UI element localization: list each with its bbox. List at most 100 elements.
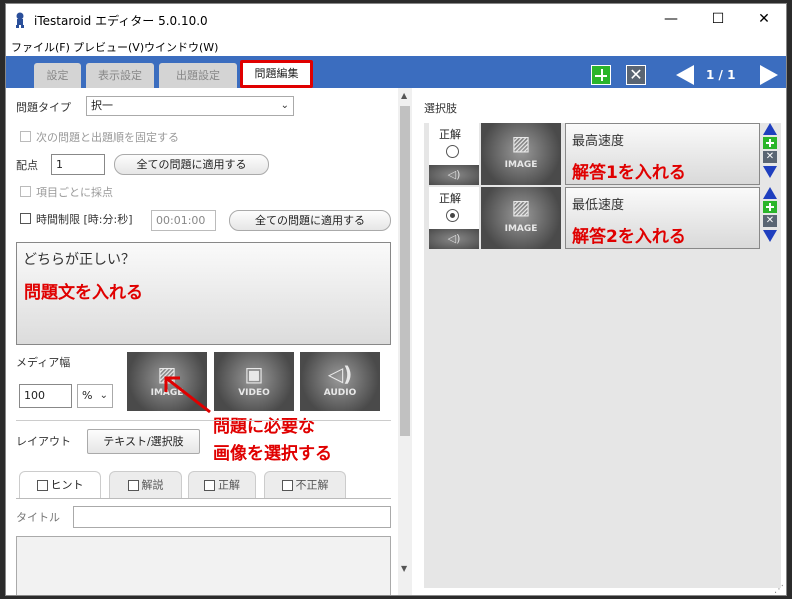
- choice-correct-box: 正解 ◁): [429, 123, 479, 185]
- minimize-button[interactable]: —: [651, 8, 691, 30]
- choice-text-box[interactable]: 最高速度 解答1を入れる: [565, 123, 760, 185]
- incorrect-checkbox[interactable]: [281, 479, 293, 491]
- scroll-up-icon[interactable]: ▲: [401, 91, 407, 100]
- tab-explanation[interactable]: 解説: [109, 471, 182, 498]
- menu-window[interactable]: ウインドウ(W): [144, 39, 218, 55]
- choices-panel: 選択肢 正解 ◁) ▨ IMAGE 最高速度 解答1を入れる ✕ 正解 ◁) ▨…: [412, 88, 786, 595]
- window-title: iTestaroid エディター 5.0.10.0: [34, 14, 208, 28]
- tab-question-edit[interactable]: 問題編集: [240, 60, 313, 88]
- subtab-divider: [16, 498, 391, 499]
- media-note-line2: 画像を選択する: [213, 444, 332, 464]
- correct-label: 正解: [439, 192, 461, 205]
- speaker-icon[interactable]: ◁): [429, 229, 479, 249]
- speaker-icon[interactable]: ◁): [429, 165, 479, 185]
- time-limit-label: 時間制限 [時:分:秒]: [36, 213, 133, 226]
- per-item-scoring-label: 項目ごとに採点: [36, 186, 113, 199]
- next-page-icon[interactable]: [760, 65, 778, 85]
- choice-image-caption: IMAGE: [504, 224, 538, 234]
- media-width-input[interactable]: 100: [19, 384, 72, 408]
- add-choice-icon[interactable]: [763, 137, 777, 149]
- resize-grip-icon[interactable]: ⋰: [774, 584, 784, 595]
- prev-page-icon[interactable]: [676, 65, 694, 85]
- tab-hint-label: ヒント: [50, 478, 84, 492]
- move-down-icon[interactable]: [763, 230, 777, 242]
- delete-choice-icon[interactable]: ✕: [763, 215, 777, 227]
- hint-checkbox[interactable]: [36, 479, 48, 491]
- fix-order-checkbox[interactable]: [20, 131, 31, 142]
- apply-time-all-button[interactable]: 全ての問題に適用する: [229, 210, 391, 231]
- choice-image-button[interactable]: ▨ IMAGE: [481, 123, 561, 185]
- media-video-caption: VIDEO: [238, 388, 270, 398]
- media-audio-button[interactable]: ◁) AUDIO: [300, 352, 380, 411]
- question-type-value: 択一: [91, 99, 113, 112]
- apply-points-all-button[interactable]: 全ての問題に適用する: [114, 154, 269, 175]
- media-width-label: メディア幅: [16, 356, 71, 369]
- question-type-select[interactable]: 択一 ⌄: [86, 96, 294, 116]
- tab-explanation-label: 解説: [141, 478, 164, 492]
- tab-hint[interactable]: ヒント: [19, 471, 101, 498]
- question-text: どちらが正しい？: [23, 252, 135, 268]
- per-item-scoring-checkbox[interactable]: [20, 186, 31, 197]
- tab-bar: 設定 表示設定 出題設定 問題編集 ✕ 1 / 1: [6, 56, 786, 88]
- title-input[interactable]: [73, 506, 391, 528]
- app-window: iTestaroid エディター 5.0.10.0 — ☐ ✕ ファイル(F) …: [5, 3, 787, 596]
- choice-item: 正解 ◁) ▨ IMAGE 最低速度 解答2を入れる ✕: [429, 187, 779, 249]
- move-down-icon[interactable]: [763, 166, 777, 178]
- correct-checkbox[interactable]: [204, 479, 215, 491]
- add-choice-icon[interactable]: [763, 201, 777, 213]
- choice-text-box[interactable]: 最低速度 解答2を入れる: [565, 187, 760, 249]
- question-editor-panel: 問題タイプ 択一 ⌄ 次の問題と出題順を固定する 配点 1 全ての問題に適用する…: [6, 88, 398, 595]
- scroll-thumb[interactable]: [400, 106, 410, 436]
- image-icon: ▨: [511, 195, 531, 219]
- correct-label: 正解: [439, 128, 461, 141]
- tab-settings[interactable]: 設定: [34, 63, 81, 88]
- tab-incorrect-label: 不正解: [295, 478, 329, 492]
- tab-correct[interactable]: 正解: [188, 471, 256, 498]
- media-video-button[interactable]: ▣ VIDEO: [214, 352, 294, 411]
- choices-header: 選択肢: [424, 102, 457, 115]
- media-note-line1: 問題に必要な: [213, 417, 315, 437]
- correct-radio[interactable]: [446, 145, 459, 158]
- question-type-label: 問題タイプ: [16, 101, 71, 114]
- chevron-down-icon: ⌄: [99, 390, 108, 401]
- tab-question-settings[interactable]: 出題設定: [159, 63, 237, 88]
- delete-choice-icon[interactable]: ✕: [763, 151, 777, 163]
- title-label: タイトル: [16, 511, 60, 524]
- explanation-checkbox[interactable]: [127, 479, 139, 491]
- choice-note: 解答2を入れる: [572, 227, 686, 247]
- delete-question-icon[interactable]: ✕: [626, 65, 646, 85]
- move-up-icon[interactable]: [763, 123, 777, 135]
- choice-text: 最高速度: [572, 134, 625, 149]
- tab-display-settings[interactable]: 表示設定: [86, 63, 154, 88]
- media-width-unit-value: %: [82, 389, 93, 402]
- app-logo-icon: [16, 12, 24, 28]
- pointer-arrow-icon: [164, 376, 211, 414]
- maximize-button[interactable]: ☐: [698, 8, 738, 30]
- editor-scrollbar[interactable]: ▲ ▼: [398, 88, 412, 595]
- layout-select-button[interactable]: テキスト/選択肢: [87, 429, 200, 454]
- points-label: 配点: [16, 159, 38, 172]
- points-input[interactable]: 1: [51, 154, 105, 175]
- media-width-unit-select[interactable]: % ⌄: [77, 384, 113, 408]
- tab-incorrect[interactable]: 不正解: [264, 471, 346, 498]
- menu-bar: ファイル(F) プレビュー(V) ウインドウ(W): [6, 34, 786, 56]
- hint-text-area[interactable]: [16, 536, 391, 595]
- menu-preview[interactable]: プレビュー(V): [73, 39, 144, 55]
- add-question-icon[interactable]: [591, 65, 611, 85]
- scroll-down-icon[interactable]: ▼: [401, 564, 407, 573]
- media-audio-caption: AUDIO: [323, 388, 357, 398]
- chevron-down-icon: ⌄: [280, 100, 289, 111]
- image-icon: ▨: [511, 131, 531, 155]
- move-up-icon[interactable]: [763, 187, 777, 199]
- choice-text: 最低速度: [572, 198, 625, 213]
- choice-item: 正解 ◁) ▨ IMAGE 最高速度 解答1を入れる ✕: [429, 123, 779, 185]
- video-icon: ▣: [244, 362, 264, 386]
- time-limit-input[interactable]: 00:01:00: [151, 210, 216, 231]
- choice-correct-box: 正解 ◁): [429, 187, 479, 249]
- choice-image-button[interactable]: ▨ IMAGE: [481, 187, 561, 249]
- close-button[interactable]: ✕: [744, 8, 784, 30]
- time-limit-checkbox[interactable]: [20, 213, 31, 224]
- choices-list: 正解 ◁) ▨ IMAGE 最高速度 解答1を入れる ✕ 正解 ◁) ▨ IMA…: [424, 123, 781, 588]
- correct-radio[interactable]: [446, 209, 459, 222]
- menu-file[interactable]: ファイル(F): [11, 39, 70, 55]
